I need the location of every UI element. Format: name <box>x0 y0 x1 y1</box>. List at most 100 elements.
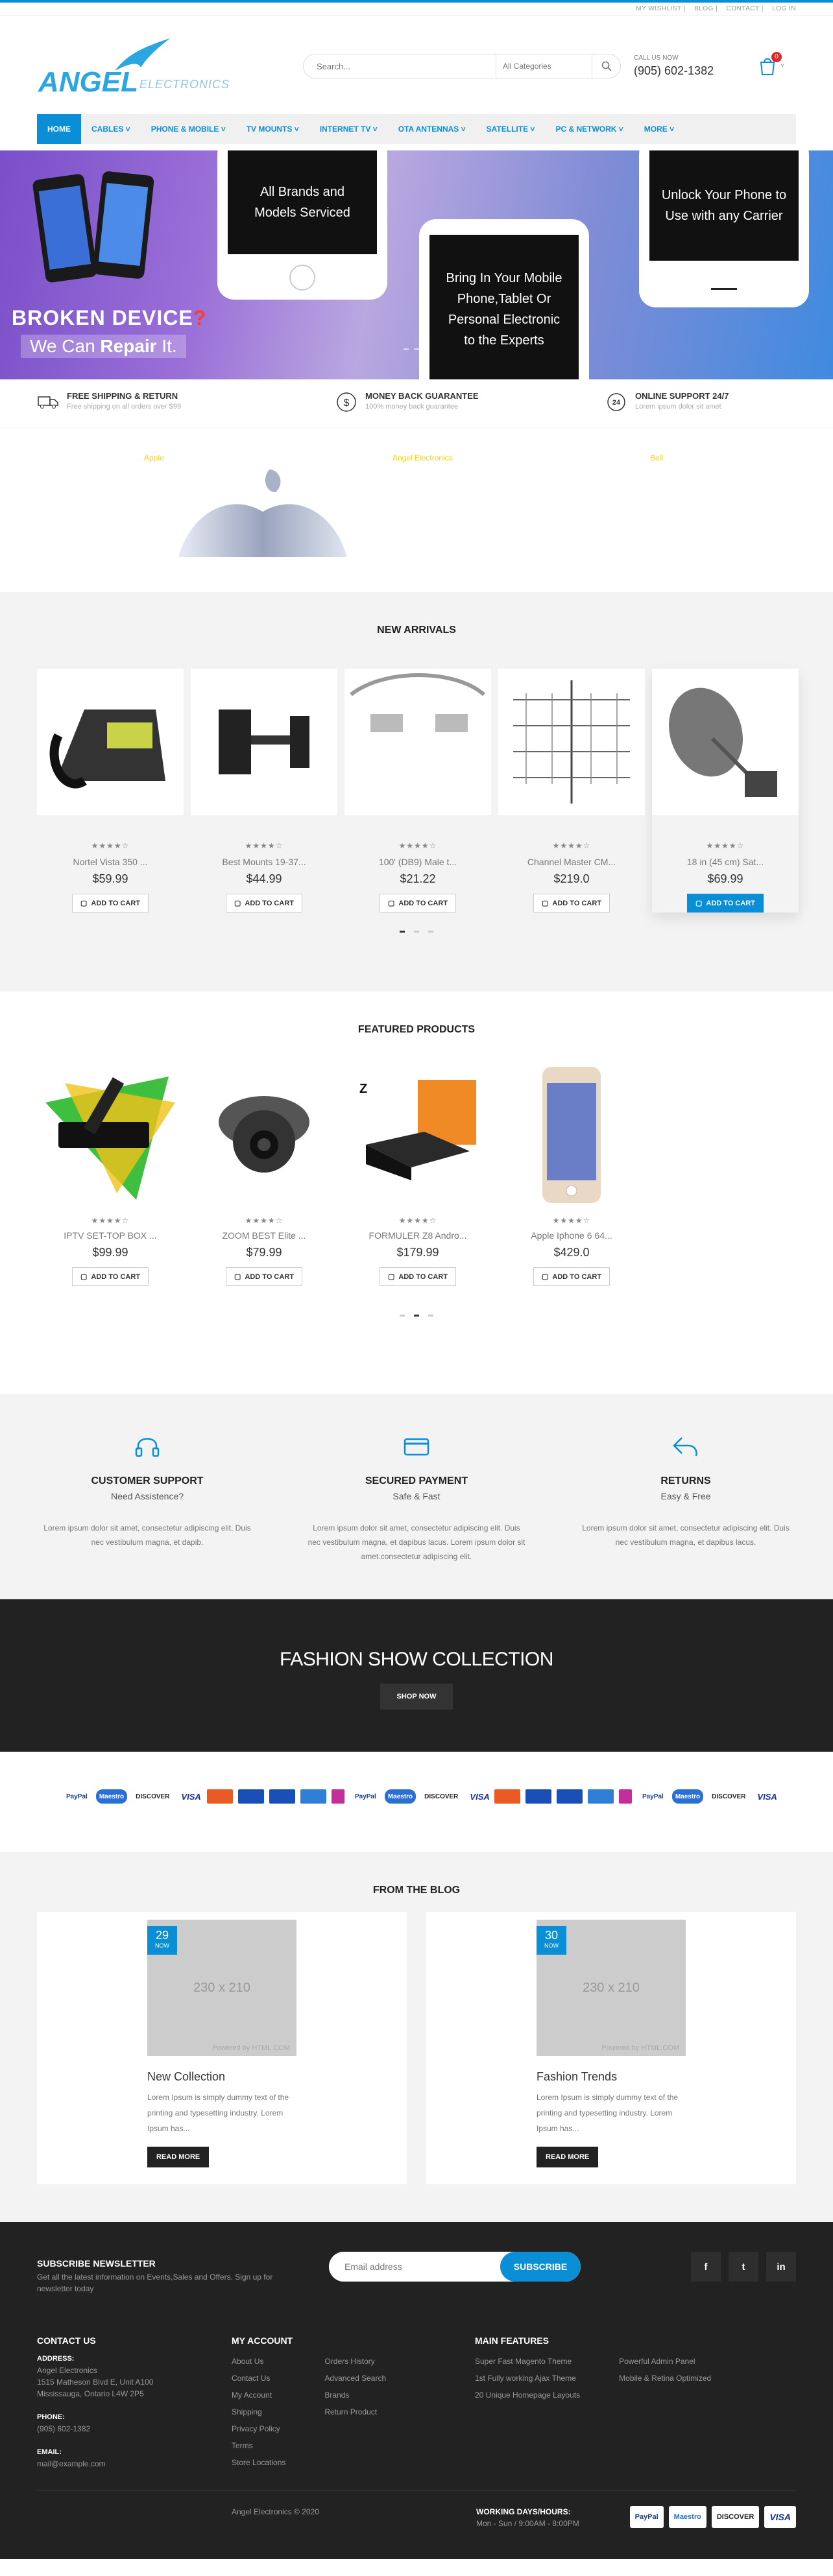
footer-link-shipping[interactable]: Shipping <box>232 2403 285 2420</box>
product-card[interactable]: ★★★★☆ Channel Master CM... $219.0 ▢ ADD T… <box>498 669 645 912</box>
nav-more[interactable]: MORE ˅ <box>634 114 684 144</box>
product-card[interactable]: ★★★★☆ 18 in (45 cm) Sat... $69.99 ▢ ADD T… <box>652 669 799 912</box>
hero-slider[interactable]: All Brands and Models Serviced Bring In … <box>0 150 833 379</box>
product-card[interactable]: ★★★★☆ IPTV SET-TOP BOX ... $99.99 ▢ ADD T… <box>37 1062 184 1286</box>
brand-angel-label[interactable]: Angel Electronics <box>392 453 453 462</box>
linkedin-icon[interactable]: in <box>766 2252 796 2282</box>
search-input[interactable] <box>304 61 496 71</box>
product-image[interactable] <box>344 669 491 815</box>
footer-link-return[interactable]: Return Product <box>324 2403 386 2420</box>
footer-link-account[interactable]: My Account <box>232 2387 285 2403</box>
product-name[interactable]: Nortel Vista 350 ... <box>37 857 184 867</box>
blog-post-title[interactable]: Fashion Trends <box>537 2070 617 2084</box>
feature-item[interactable]: Mobile & Retina Optimized <box>619 2370 711 2387</box>
carousel-dot-3[interactable] <box>428 1315 433 1317</box>
shop-now-button[interactable]: SHOP NOW <box>380 1684 453 1710</box>
carousel-dot-2[interactable] <box>414 931 419 933</box>
blog-link[interactable]: BLOG <box>694 5 714 12</box>
login-link[interactable]: LOG IN <box>772 5 796 12</box>
hero-dot-3[interactable] <box>424 348 429 350</box>
dollar-icon: $ <box>337 392 356 412</box>
hero-dot-2[interactable] <box>414 348 419 350</box>
add-to-cart-button[interactable]: ▢ ADD TO CART <box>226 1267 302 1286</box>
footer-link-about[interactable]: About Us <box>232 2353 285 2370</box>
nav-home[interactable]: HOME <box>37 114 81 144</box>
product-card[interactable]: ★★★★☆ Nortel Vista 350 ... $59.99 ▢ ADD T… <box>37 669 184 912</box>
add-to-cart-button[interactable]: ▢ ADD TO CART <box>72 894 149 912</box>
product-image[interactable]: Z <box>344 1062 491 1208</box>
email-value[interactable]: mail@example.com <box>37 2458 153 2470</box>
footer-link-orders[interactable]: Orders History <box>324 2353 386 2370</box>
footer-link-brands[interactable]: Brands <box>324 2387 386 2403</box>
product-image[interactable] <box>498 669 645 815</box>
read-more-button[interactable]: READ MORE <box>147 2147 210 2167</box>
product-image[interactable] <box>37 669 184 815</box>
search-button[interactable] <box>592 54 620 78</box>
product-image[interactable] <box>191 1062 337 1208</box>
nav-phone-mobile[interactable]: PHONE & MOBILE ˅ <box>141 114 236 144</box>
hero-dot-1[interactable] <box>404 348 409 350</box>
subscribe-button[interactable]: SUBSCRIBE <box>500 2252 581 2282</box>
cart-button[interactable]: 0 ˅ <box>757 52 790 79</box>
product-name[interactable]: Channel Master CM... <box>498 857 645 867</box>
product-name[interactable]: IPTV SET-TOP BOX ... <box>37 1230 184 1241</box>
nav-tv-mounts[interactable]: TV MOUNTS ˅ <box>236 114 309 144</box>
nav-satellite[interactable]: SATELLITE ˅ <box>476 114 546 144</box>
carousel-dot-1[interactable] <box>400 1315 405 1317</box>
nav-pc-network[interactable]: PC & NETWORK ˅ <box>545 114 633 144</box>
feature-item[interactable]: 20 Unique Homepage Layouts <box>475 2387 580 2403</box>
carousel-dot-1[interactable] <box>400 931 405 933</box>
payment-group-1: PayPal Maestro DISCOVER VISA <box>63 1789 204 1804</box>
add-to-cart-button[interactable]: ▢ ADD TO CART <box>533 1267 610 1286</box>
product-name[interactable]: 18 in (45 cm) Sat... <box>652 857 799 867</box>
add-to-cart-button[interactable]: ▢ ADD TO CART <box>687 894 764 912</box>
nav-cables[interactable]: CABLES ˅ <box>81 114 141 144</box>
feature-item[interactable]: Super Fast Magento Theme <box>475 2353 580 2370</box>
footer-link-terms[interactable]: Terms <box>232 2437 285 2454</box>
email-field[interactable] <box>329 2252 500 2282</box>
bag-icon: ▢ <box>234 900 241 907</box>
twitter-icon[interactable]: t <box>729 2252 758 2282</box>
add-to-cart-button[interactable]: ▢ ADD TO CART <box>72 1267 149 1286</box>
footer-link-contact[interactable]: Contact Us <box>232 2370 285 2387</box>
feature-item[interactable]: Powerful Admin Panel <box>619 2353 711 2370</box>
product-card[interactable]: ★★★★☆ Apple Iphone 6 64... $429.0 ▢ ADD T… <box>498 1062 645 1286</box>
facebook-icon[interactable]: f <box>691 2252 721 2282</box>
product-image[interactable] <box>37 1062 184 1208</box>
phones-image <box>32 171 154 283</box>
add-to-cart-button[interactable]: ▢ ADD TO CART <box>533 894 610 912</box>
call-number[interactable]: (905) 602-1382 <box>634 64 714 78</box>
brand-bell-label[interactable]: Bell <box>650 453 663 462</box>
footer-link-search[interactable]: Advanced Search <box>324 2370 386 2387</box>
contact-link[interactable]: CONTACT <box>727 5 760 12</box>
nav-internet-tv[interactable]: INTERNET TV ˅ <box>309 114 388 144</box>
product-name[interactable]: Apple Iphone 6 64... <box>498 1230 645 1241</box>
add-to-cart-button[interactable]: ▢ ADD TO CART <box>380 1267 456 1286</box>
footer-link-stores[interactable]: Store Locations <box>232 2454 285 2471</box>
footer-link-privacy[interactable]: Privacy Policy <box>232 2420 285 2437</box>
product-card[interactable]: ★★★★☆ Best Mounts 19-37... $44.99 ▢ ADD T… <box>191 669 337 912</box>
product-name[interactable]: Best Mounts 19-37... <box>191 857 337 867</box>
product-image[interactable] <box>652 669 799 815</box>
feature-item[interactable]: 1st Fully working Ajax Theme <box>475 2370 580 2387</box>
product-name[interactable]: ZOOM BEST Elite ... <box>191 1230 337 1241</box>
phone-value[interactable]: (905) 602-1382 <box>37 2423 153 2435</box>
product-card[interactable]: ★★★★☆ ZOOM BEST Elite ... $79.99 ▢ ADD TO… <box>191 1062 337 1286</box>
add-to-cart-button[interactable]: ▢ ADD TO CART <box>226 894 302 912</box>
product-image[interactable] <box>498 1062 645 1208</box>
blog-post-title[interactable]: New Collection <box>147 2070 225 2084</box>
brand-apple-label[interactable]: Apple <box>144 453 164 462</box>
carousel-dot-3[interactable] <box>428 931 433 933</box>
product-image[interactable] <box>191 669 337 815</box>
product-card[interactable]: Z ★★★★☆ FORMULER Z8 Andro... $179.99 ▢ AD… <box>344 1062 491 1286</box>
carousel-dot-2[interactable] <box>414 1315 419 1317</box>
product-name[interactable]: FORMULER Z8 Andro... <box>344 1230 491 1241</box>
read-more-button[interactable]: READ MORE <box>537 2147 599 2167</box>
category-select[interactable]: All Categories <box>496 54 592 78</box>
product-name[interactable]: 100' (DB9) Male t... <box>344 857 491 867</box>
add-to-cart-button[interactable]: ▢ ADD TO CART <box>380 894 456 912</box>
site-logo[interactable]: ANGEL ELECTRONICS <box>37 35 229 106</box>
product-card[interactable]: ★★★★☆ 100' (DB9) Male t... $21.22 ▢ ADD T… <box>344 669 491 912</box>
wishlist-link[interactable]: MY WISHLIST <box>636 5 681 12</box>
nav-ota-antennas[interactable]: OTA ANTENNAS ˅ <box>388 114 476 144</box>
